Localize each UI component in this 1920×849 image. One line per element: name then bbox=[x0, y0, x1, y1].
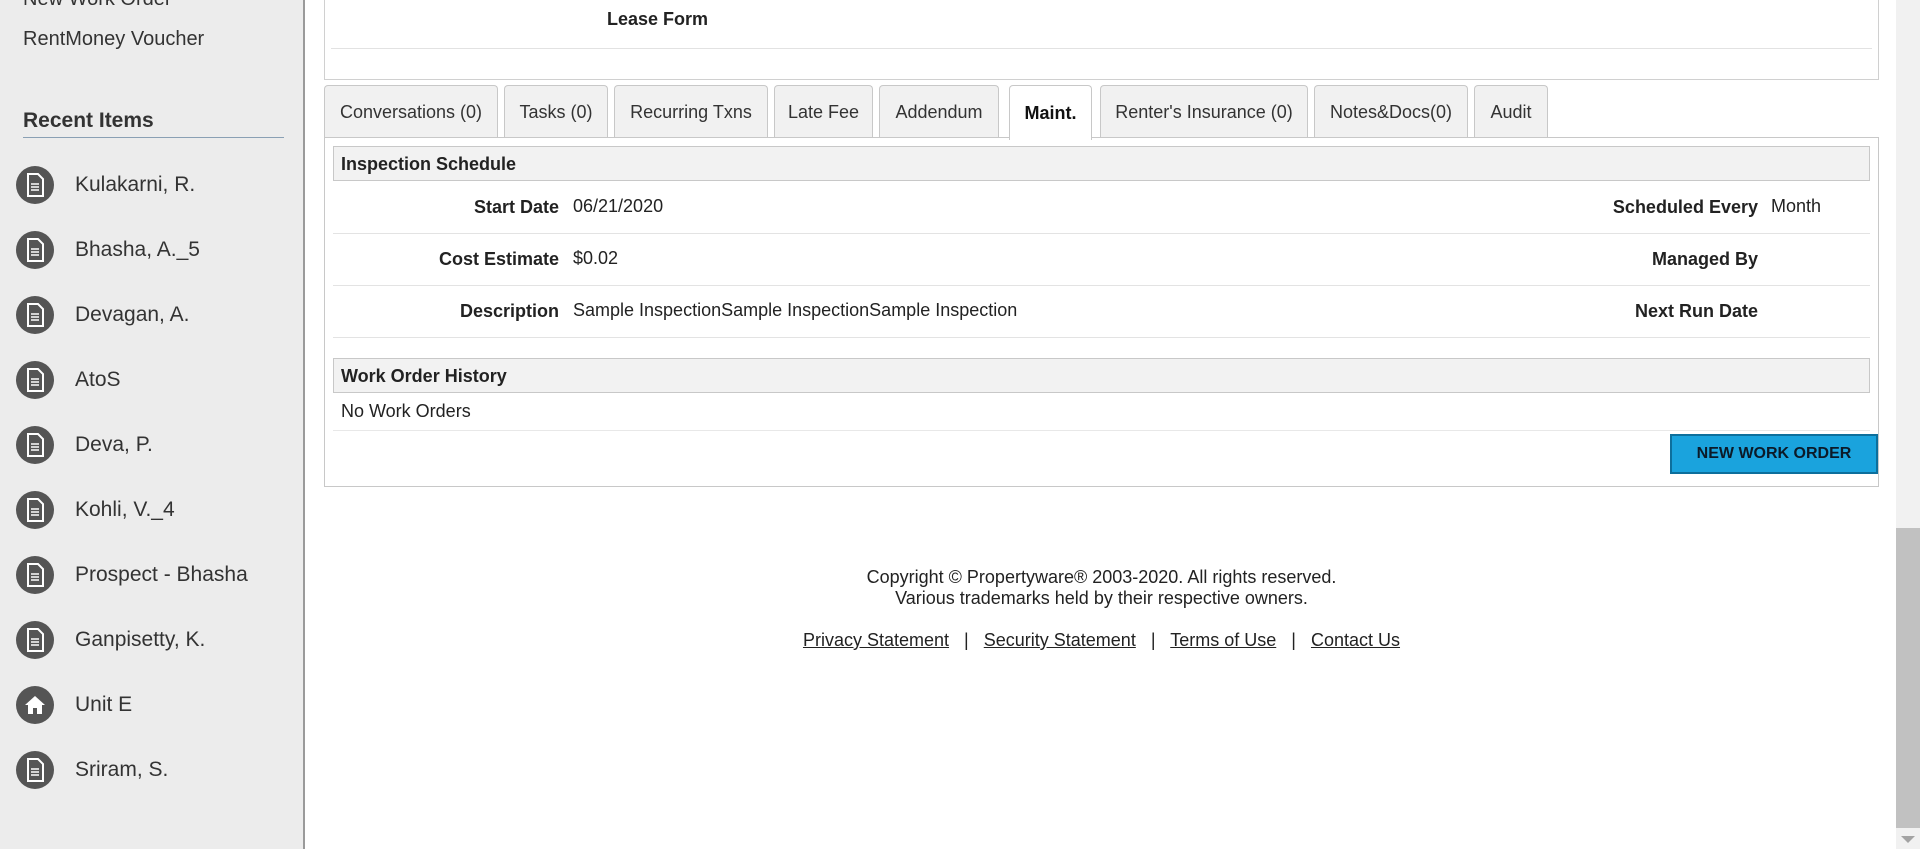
home-icon bbox=[16, 686, 54, 724]
recent-item[interactable]: Kohli, V._4 bbox=[16, 490, 175, 530]
description-value: Sample InspectionSample InspectionSample… bbox=[573, 300, 1018, 320]
sidebar-link-rentmoney-voucher[interactable]: RentMoney Voucher bbox=[23, 28, 204, 51]
recent-item-label: Bhasha, A._5 bbox=[75, 238, 200, 261]
start-date-label: Start Date bbox=[473, 197, 559, 217]
recent-item-label: Devagan, A. bbox=[75, 303, 190, 326]
tab-audit[interactable]: Audit bbox=[1474, 85, 1548, 138]
document-icon bbox=[16, 231, 54, 269]
recent-item-label: Kohli, V._4 bbox=[75, 498, 175, 521]
recent-item-label: Kulakarni, R. bbox=[75, 173, 196, 196]
document-icon bbox=[16, 296, 54, 334]
maint-panel: Inspection Schedule Start Date 06/21/202… bbox=[324, 137, 1879, 487]
recent-item-label: Prospect - Bhasha bbox=[75, 563, 248, 586]
tab-maint[interactable]: Maint. bbox=[1009, 85, 1092, 140]
recent-item-label: Deva, P. bbox=[75, 433, 153, 456]
recent-item[interactable]: Ganpisetty, K. bbox=[16, 620, 205, 660]
recent-item-label: AtoS bbox=[75, 368, 121, 391]
work-order-history-header: Work Order History bbox=[333, 358, 1870, 393]
document-icon bbox=[16, 361, 54, 399]
scheduled-every-value: Month bbox=[1771, 196, 1822, 216]
field-row: Cost Estimate $0.02 Managed By bbox=[333, 234, 1870, 286]
next-run-date-label: Next Run Date bbox=[1634, 301, 1758, 321]
tab-conversations[interactable]: Conversations (0) bbox=[324, 85, 498, 138]
recent-item[interactable]: Deva, P. bbox=[16, 425, 153, 465]
copyright-text: Copyright © Propertyware® 2003-2020. All… bbox=[866, 567, 1337, 587]
tab-addendum[interactable]: Addendum bbox=[879, 85, 999, 138]
link-separator: | bbox=[1291, 630, 1296, 650]
link-separator: | bbox=[1150, 630, 1156, 650]
tab-recurring-txns[interactable]: Recurring Txns bbox=[614, 85, 768, 138]
recent-item[interactable]: AtoS bbox=[16, 360, 121, 400]
sidebar-link-new-work-order[interactable]: New Work Order bbox=[23, 0, 172, 11]
recent-item[interactable]: Prospect - Bhasha bbox=[16, 555, 248, 595]
document-icon bbox=[16, 621, 54, 659]
security-statement-link[interactable]: Security Statement bbox=[984, 630, 1136, 650]
inspection-schedule-header: Inspection Schedule bbox=[333, 146, 1870, 181]
lease-panel: Lease Form bbox=[324, 0, 1879, 80]
document-icon bbox=[16, 556, 54, 594]
new-work-order-button[interactable]: NEW WORK ORDER bbox=[1670, 434, 1878, 474]
terms-of-use-link[interactable]: Terms of Use bbox=[1170, 630, 1276, 650]
document-icon bbox=[16, 491, 54, 529]
cost-estimate-value: $0.02 bbox=[573, 248, 619, 268]
tab-renters-insurance[interactable]: Renter's Insurance (0) bbox=[1100, 85, 1308, 138]
document-icon bbox=[16, 751, 54, 789]
managed-by-label: Managed By bbox=[1651, 249, 1758, 269]
lease-form-label: Lease Form bbox=[606, 9, 708, 29]
sidebar: New Work Order RentMoney Voucher Recent … bbox=[0, 0, 305, 849]
scroll-down-icon[interactable] bbox=[1901, 836, 1915, 843]
divider bbox=[333, 430, 1870, 431]
privacy-statement-link[interactable]: Privacy Statement bbox=[803, 630, 949, 650]
main-content: Lease Form Conversations (0) Tasks (0) R… bbox=[307, 0, 1892, 849]
document-icon bbox=[16, 426, 54, 464]
recent-item[interactable]: Devagan, A. bbox=[16, 295, 189, 335]
cost-estimate-label: Cost Estimate bbox=[438, 249, 559, 269]
recent-item[interactable]: Kulakarni, R. bbox=[16, 165, 195, 205]
footer: Copyright © Propertyware® 2003-2020. All… bbox=[324, 567, 1879, 651]
scrollbar-thumb[interactable] bbox=[1896, 528, 1920, 828]
link-separator: | bbox=[964, 630, 969, 650]
recent-item-label: Ganpisetty, K. bbox=[75, 628, 206, 651]
no-work-orders-text: No Work Orders bbox=[341, 401, 471, 421]
recent-item-label: Sriram, S. bbox=[75, 758, 169, 781]
recent-item[interactable]: Bhasha, A._5 bbox=[16, 230, 200, 270]
recent-items-heading: Recent Items bbox=[23, 109, 284, 138]
tab-notes-docs[interactable]: Notes&Docs(0) bbox=[1314, 85, 1468, 138]
scheduled-every-label: Scheduled Every bbox=[1612, 197, 1758, 217]
recent-item[interactable]: Unit E bbox=[16, 685, 132, 725]
tab-tasks[interactable]: Tasks (0) bbox=[504, 85, 608, 138]
divider bbox=[331, 48, 1872, 49]
recent-item[interactable]: Sriram, S. bbox=[16, 750, 168, 790]
trademark-text: Various trademarks held by their respect… bbox=[895, 588, 1308, 608]
contact-us-link[interactable]: Contact Us bbox=[1311, 630, 1400, 650]
start-date-value: 06/21/2020 bbox=[573, 196, 664, 216]
footer-links: Privacy Statement | Security Statement |… bbox=[324, 630, 1879, 651]
field-row: Description Sample InspectionSample Insp… bbox=[333, 286, 1870, 338]
document-icon bbox=[16, 166, 54, 204]
tab-late-fee[interactable]: Late Fee bbox=[774, 85, 873, 138]
recent-item-label: Unit E bbox=[75, 693, 133, 716]
description-label: Description bbox=[459, 301, 559, 321]
field-row: Start Date 06/21/2020 Scheduled Every Mo… bbox=[333, 182, 1870, 234]
vertical-scrollbar[interactable] bbox=[1896, 0, 1920, 849]
